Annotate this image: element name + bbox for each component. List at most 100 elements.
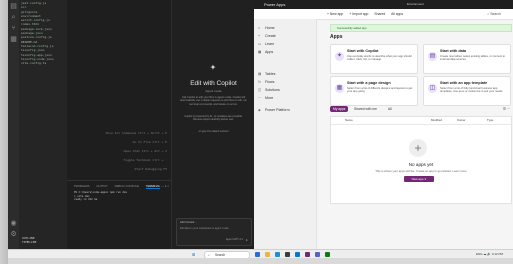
account-icon[interactable]: ◉ <box>10 220 17 227</box>
nav-item-power-platform[interactable]: Power Platform <box>265 108 290 112</box>
search-icon[interactable]: ⌕ <box>10 14 17 21</box>
nav-item-more[interactable]: More <box>265 96 273 100</box>
search-input[interactable]: ⌕ Search <box>487 12 501 16</box>
shortcut-line: Toggle Terminal Ctrl + ` <box>123 158 167 162</box>
copilot-chat-panel: ✦ Edit with Copilot Agent mode Ask Copil… <box>171 0 255 249</box>
view-options-icon[interactable]: ☰ ⋯ <box>503 107 510 111</box>
search-label: Search <box>490 12 501 16</box>
nav-item-tables[interactable]: Tables <box>265 72 275 76</box>
nav-item-apps[interactable]: Apps <box>265 50 273 54</box>
page-title: Apps <box>330 34 343 40</box>
file-item[interactable]: vite.config.ts <box>21 61 54 65</box>
vscode-icon[interactable] <box>295 252 300 257</box>
solutions-icon: ◫ <box>258 88 262 92</box>
excel-icon[interactable] <box>325 252 330 257</box>
powerapps-nav: ⌂ Home + Create ▭ Learn ▦ Apps ▤ Tables … <box>254 19 317 249</box>
model-picker[interactable]: Agent GPT-4.1 <box>226 238 243 241</box>
column-type[interactable]: Type <box>487 118 493 122</box>
shortcut-line: Go to File Ctrl + P <box>132 140 167 144</box>
edge-icon[interactable] <box>275 252 280 257</box>
nav-item-home[interactable]: Home <box>265 26 275 30</box>
card-title: Start with data <box>440 49 467 53</box>
create-icon: + <box>258 34 261 38</box>
nav-item-create[interactable]: Create <box>265 34 276 38</box>
powerapps-brand[interactable]: Power Apps <box>264 2 285 7</box>
card-description: Select from a list of different designs … <box>347 87 413 94</box>
import-app-command[interactable]: + Import app <box>349 12 368 16</box>
card-start-with-copilot[interactable]: ✦ Start with Copilot Use everyday words … <box>330 44 418 74</box>
card-start-with-page-design[interactable]: ▦ Start with a page design Select from a… <box>330 76 418 106</box>
tab-debug-console[interactable]: DEBUG CONSOLE <box>115 184 139 188</box>
settings-gear-icon[interactable]: ⚙ <box>10 231 17 238</box>
windows-taskbar: ⊞ ⌕ Search ENG ☁ 🔊 4:12 PM <box>8 249 513 258</box>
shortcut-line: Open Chat Ctrl + Alt + I <box>123 149 167 153</box>
apps-tabs: My apps Shared with me All ☰ ⋯ <box>330 106 510 115</box>
column-owner[interactable]: Owner <box>457 118 466 122</box>
card-description: Use everyday words to describe what your… <box>347 55 412 62</box>
terminal-line: PS C:\Users\code-apps> npm run dev <box>74 191 128 194</box>
editor-welcome: Show All Commands Ctrl + Shift + P Go to… <box>67 0 171 180</box>
activity-bar: ▤ ⌕ ⑂ ▦ ◉ ⚙ <box>8 0 19 249</box>
tab-problems[interactable]: PROBLEMS <box>74 184 90 188</box>
left-gutter <box>0 0 8 264</box>
shared-command[interactable]: Shared <box>374 12 385 16</box>
copilot-hint: or type # to attach context <box>198 130 229 133</box>
tab-my-apps[interactable]: My apps <box>330 106 349 112</box>
powerapps-icon[interactable] <box>305 252 310 257</box>
copilot-description: Ask Copilot to edit your files in agent … <box>180 96 247 106</box>
explorer-icon[interactable]: ▤ <box>10 3 17 10</box>
new-app-command[interactable]: + New app <box>327 12 343 16</box>
outline-section: OUTLINE TIMELINE <box>22 236 36 244</box>
nav-item-flows[interactable]: Flows <box>265 80 274 84</box>
template-icon: ◫ <box>428 84 437 93</box>
terminal-line: ready in 412 ms <box>74 198 98 201</box>
empty-title: No apps yet <box>408 162 434 167</box>
task-view-icon[interactable] <box>255 252 260 257</box>
send-icon[interactable]: ➤ <box>245 238 248 242</box>
apps-page: Apps ✦ Start with Copilot Use everyday w… <box>330 34 512 244</box>
timeline-label[interactable]: TIMELINE <box>22 240 36 244</box>
chat-input-box[interactable]: Add Context... Edit files in your worksp… <box>176 218 252 246</box>
apps-list: Name Modified Owner Type + No apps yet T… <box>330 116 512 204</box>
extensions-icon[interactable]: ▦ <box>10 36 17 43</box>
terminal-icon[interactable] <box>285 252 290 257</box>
new-app-button[interactable]: New app ∨ <box>404 176 434 182</box>
nav-item-solutions[interactable]: Solutions <box>265 88 280 92</box>
system-tray[interactable]: ENG ☁ 🔊 4:12 PM <box>476 252 503 256</box>
empty-description: This is where your apps will live. Creat… <box>375 169 467 173</box>
explorer-sidebar: jest.config.js src gitignore environment… <box>19 0 67 249</box>
card-title: Start with a page design <box>347 81 391 85</box>
source-control-icon[interactable]: ⑂ <box>10 25 17 32</box>
flows-icon: ↻ <box>258 80 262 84</box>
list-header: Name Modified Owner Type <box>331 117 511 125</box>
tables-icon: ▤ <box>258 72 262 76</box>
terminal-output[interactable]: PS C:\Users\code-apps> npm run dev > vit… <box>74 191 127 202</box>
card-title: Start with an app template <box>440 81 488 85</box>
tab-output[interactable]: OUTPUT <box>96 184 108 188</box>
column-modified[interactable]: Modified <box>431 118 442 122</box>
taskbar-search[interactable]: ⌕ Search <box>204 251 250 258</box>
teams-icon[interactable] <box>315 252 320 257</box>
shortcut-line: Start Debugging F5 <box>134 167 167 171</box>
power-platform-icon: ◈ <box>258 108 261 112</box>
tab-shared-with-me[interactable]: Shared with me <box>354 107 377 111</box>
column-name[interactable]: Name <box>345 118 353 122</box>
page-design-icon: ▦ <box>335 84 344 93</box>
desktop-screen: ▤ ⌕ ⑂ ▦ ◉ ⚙ jest.config.js src gitignore… <box>8 0 513 258</box>
nav-item-learn[interactable]: Learn <box>265 42 274 46</box>
card-start-with-template[interactable]: ◫ Start with an app template Select from… <box>423 76 511 106</box>
powerapps-topbar: Power Apps Environment <box>254 0 513 9</box>
all-apps-command[interactable]: All apps <box>391 12 403 16</box>
add-context-button[interactable]: Add Context... <box>180 221 196 224</box>
tab-all[interactable]: All <box>388 107 392 111</box>
environment-picker[interactable]: Environment <box>407 2 424 6</box>
copilot-icon: ✦ <box>335 52 344 61</box>
file-explorer-icon[interactable] <box>265 252 270 257</box>
windows-start-icon[interactable]: ⊞ <box>192 252 195 257</box>
card-start-with-data[interactable]: ▤ Start with data Create new tables, sel… <box>423 44 511 74</box>
terminal-toolbar[interactable]: pwsh + ∨ ⋯ ∧ × <box>148 184 169 188</box>
home-icon: ⌂ <box>258 26 261 30</box>
chat-input[interactable]: Edit files in your workspace in agent mo… <box>180 227 229 230</box>
copilot-subtitle: Agent mode <box>205 89 222 93</box>
banner-text: Successfully added app <box>337 26 367 30</box>
